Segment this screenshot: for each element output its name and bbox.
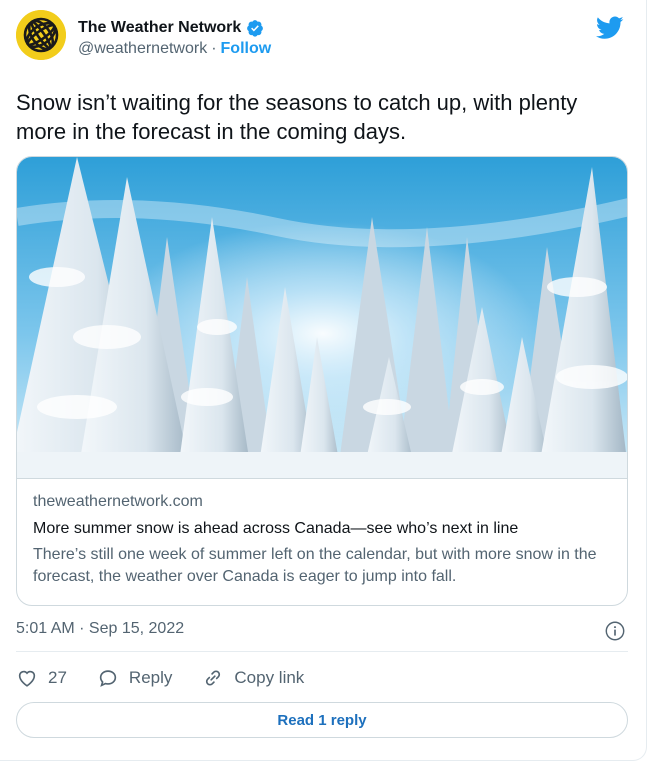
handle-separator: · — [211, 40, 217, 57]
verified-badge-icon — [247, 20, 264, 37]
like-count: 27 — [48, 668, 67, 687]
info-icon[interactable] — [604, 620, 626, 642]
reply-label: Reply — [128, 668, 173, 687]
follow-button[interactable]: Follow — [221, 40, 272, 58]
timestamp[interactable]: 5:01 AM · Sep 15, 2022 — [16, 620, 184, 637]
account-names: The Weather Network @weathernetwork · Fo… — [78, 19, 271, 58]
snowy-forest-photo-icon — [17, 157, 627, 478]
copy-link-label: Copy link — [234, 668, 305, 687]
twitter-bird-icon[interactable] — [596, 16, 624, 40]
weather-network-logo-icon — [16, 10, 66, 60]
account-handle[interactable]: @weathernetwork — [78, 40, 207, 58]
card-description: There’s still one week of summer left on… — [33, 546, 597, 585]
avatar[interactable] — [16, 10, 66, 60]
link-icon — [206, 670, 221, 686]
heart-icon — [18, 670, 36, 687]
reply-button[interactable]: Reply — [97, 667, 172, 689]
tweet-text: Snow isn’t waiting for the seasons to ca… — [16, 90, 578, 144]
card-image[interactable] — [17, 157, 627, 478]
tweet-meta: 5:01 AM · Sep 15, 2022 — [16, 620, 628, 642]
reply-bubble-icon — [99, 670, 117, 687]
card-title: More summer snow is ahead across Canada—… — [33, 520, 519, 537]
tweet-actions: 27 Reply Copy link — [16, 664, 334, 692]
link-card[interactable]: theweathernetwork.com More summer snow i… — [16, 156, 628, 606]
divider — [16, 651, 628, 652]
tweet-header: The Weather Network @weathernetwork · Fo… — [16, 10, 630, 70]
copy-link-button[interactable]: Copy link — [202, 667, 304, 689]
like-button[interactable]: 27 — [16, 667, 67, 689]
card-text[interactable]: theweathernetwork.com More summer snow i… — [17, 478, 627, 605]
read-reply-button[interactable]: Read 1 reply — [16, 702, 628, 738]
display-name[interactable]: The Weather Network — [78, 19, 241, 37]
card-domain: theweathernetwork.com — [33, 493, 203, 510]
tweet-embed: The Weather Network @weathernetwork · Fo… — [0, 0, 647, 761]
